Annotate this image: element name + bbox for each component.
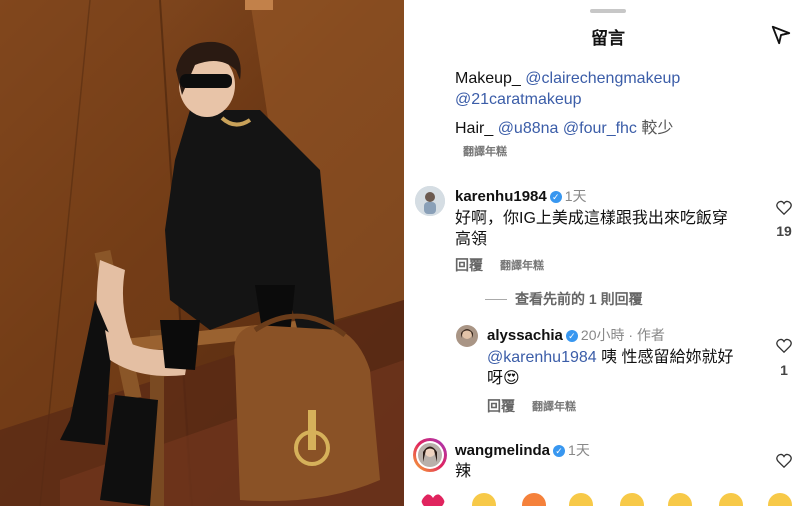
avatar-story-ring[interactable] <box>413 438 447 472</box>
clap-emoji-icon[interactable] <box>472 493 496 506</box>
avatar-image <box>415 186 445 216</box>
send-icon[interactable] <box>770 24 792 46</box>
comment-text: 好啊，你IG上美成這樣跟我出來吃飯穿 高領 <box>455 208 728 250</box>
caption-line-2: @21caratmakeup <box>455 91 582 109</box>
reply-button[interactable]: 回覆 <box>455 255 483 275</box>
comment-username[interactable]: karenhu1984 ✓ 1天 <box>455 186 587 206</box>
photo-illustration <box>0 0 404 506</box>
translate-button[interactable]: 翻譯年糕 <box>500 257 544 273</box>
avatar[interactable] <box>456 325 478 347</box>
comment-text: 辣 <box>455 463 472 480</box>
like-heart-icon[interactable] <box>776 338 792 353</box>
comments-sheet: 留言 Makeup_ @clairechengmakeup @21caratma… <box>406 0 810 506</box>
comment-username[interactable]: wangmelinda ✓ 1天 <box>455 440 590 460</box>
comment-time: 1天 <box>568 442 590 458</box>
caption-hair-label: Hair_ <box>455 120 498 137</box>
reply-username[interactable]: alyssachia ✓ 20小時 · 作者 <box>487 325 665 345</box>
drag-handle[interactable] <box>590 9 626 13</box>
comments-panel: 留言 Makeup_ @clairechengmakeup @21caratma… <box>406 0 810 506</box>
comment-text-line: 好啊，你IG上美成這樣跟我出來吃飯穿 <box>455 210 728 227</box>
post-photo <box>0 0 404 506</box>
verified-icon: ✓ <box>553 445 566 457</box>
comment-text: @karenhu1984 咦 性感留給妳就好 呀😍 <box>487 347 734 389</box>
username-text[interactable]: wangmelinda <box>455 442 550 459</box>
caption-line-1: Makeup_ @clairechengmakeup <box>455 70 680 88</box>
username-text[interactable]: alyssachia <box>487 327 563 344</box>
like-count: 19 <box>776 223 792 239</box>
caption-line-3: Hair_ @u88na @four_fhc 較少 <box>455 114 673 138</box>
cry-laugh-emoji-icon[interactable] <box>620 493 644 506</box>
praise-emoji-icon[interactable] <box>569 493 593 506</box>
mention-link[interactable]: @karenhu1984 <box>487 349 597 366</box>
reply-button[interactable]: 回覆 <box>487 396 515 416</box>
laugh-emoji-icon[interactable] <box>768 493 792 506</box>
like-heart-icon[interactable] <box>776 200 792 215</box>
like-count: 1 <box>780 362 788 378</box>
heart-emoji-icon[interactable] <box>421 493 445 506</box>
caption-makeup-label: Makeup_ <box>455 70 526 87</box>
username-text[interactable]: karenhu1984 <box>455 188 547 205</box>
verified-icon: ✓ <box>549 191 562 203</box>
mention-link[interactable]: @clairechengmakeup <box>525 70 680 87</box>
translate-button[interactable]: 翻譯年糕 <box>463 143 507 159</box>
comment-time: 1天 <box>564 188 587 204</box>
comment-time: 20小時 · 作者 <box>580 327 665 343</box>
avatar[interactable] <box>415 186 445 216</box>
surprised-emoji-icon[interactable] <box>719 493 743 506</box>
comment-text-line: 高領 <box>455 231 488 248</box>
like-heart-icon[interactable] <box>776 453 792 468</box>
view-previous-replies[interactable]: 查看先前的 1 則回覆 <box>485 289 643 309</box>
verified-icon: ✓ <box>565 330 578 342</box>
sheet-title: 留言 <box>591 29 625 48</box>
avatar-image <box>416 441 444 469</box>
comment-text-rest: 咦 性感留給妳就好 <box>596 349 734 366</box>
comment-text-line: @karenhu1984 咦 性感留給妳就好 <box>487 347 734 368</box>
comment-text-line: 呀😍 <box>487 370 520 387</box>
mention-link[interactable]: @21caratmakeup <box>455 91 582 108</box>
avatar-image <box>456 325 478 347</box>
translate-button[interactable]: 翻譯年糕 <box>532 398 576 414</box>
mention-link[interactable]: @u88na <box>498 120 559 137</box>
mention-link[interactable]: @four_fhc <box>563 120 637 137</box>
fire-emoji-icon[interactable] <box>522 493 546 506</box>
heart-eyes-emoji-icon[interactable] <box>668 493 692 506</box>
less-button[interactable]: 較少 <box>637 120 673 137</box>
